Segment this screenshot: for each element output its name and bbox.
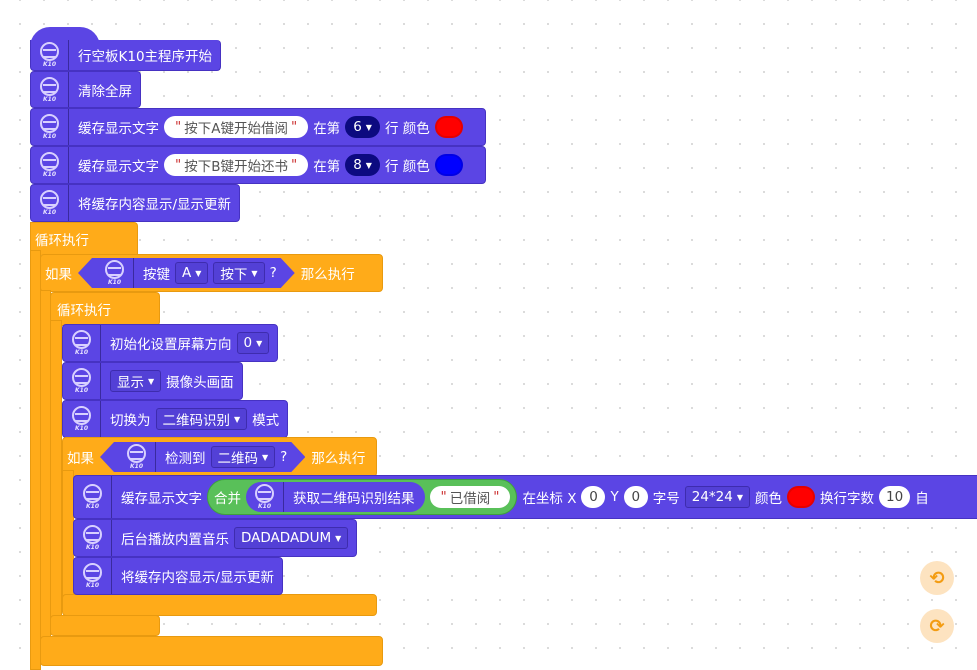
k10-icon: K10	[63, 401, 101, 437]
row-dropdown[interactable]: 6 ▼	[345, 116, 380, 138]
font-size-dropdown[interactable]: 24*24 ▼	[684, 486, 750, 508]
main-start-hat-block[interactable]: K10 行空板K10主程序开始	[30, 40, 222, 71]
then-label: 那么执行	[311, 451, 366, 467]
if-label: 如果	[45, 267, 72, 283]
orientation-dropdown[interactable]: 0 ▼	[236, 332, 270, 354]
undo-icon: ⟲	[929, 567, 945, 589]
detect-condition[interactable]: K10 检测到 二维码 ▼ ?	[100, 442, 305, 472]
k10-icon: K10	[31, 185, 69, 221]
show-update-block-2[interactable]: K10 将缓存内容显示/显示更新	[73, 557, 284, 595]
block-label: 缓存显示文字	[78, 121, 159, 137]
color-picker[interactable]	[434, 116, 463, 138]
mode-dropdown[interactable]: 二维码识别 ▼	[155, 408, 248, 430]
join-operator[interactable]: 合并 K10 获取二维码识别结果 " 已借阅 "	[207, 479, 518, 515]
loop-label: 循环执行	[35, 233, 89, 249]
init-orientation-block[interactable]: K10 初始化设置屏幕方向 0 ▼	[62, 324, 279, 362]
x-input[interactable]: 0	[581, 486, 606, 508]
key-pressed-condition[interactable]: K10 按键 A ▼ 按下 ▼ ?	[78, 258, 295, 288]
color-picker[interactable]	[434, 154, 463, 176]
redo-icon: ⟳	[929, 615, 945, 637]
cache-text-xy-block[interactable]: K10 缓存显示文字 合并 K10 获取二维码识别结果 " 已借阅 " 在坐标 X …	[73, 475, 977, 519]
then-label: 那么执行	[300, 267, 355, 283]
if-block-1-bottom	[40, 636, 383, 666]
caret-down-icon: ▼	[365, 160, 372, 170]
k10-icon: K10	[246, 482, 284, 512]
redo-button[interactable]: ⟳	[920, 609, 954, 643]
camera-display-block[interactable]: K10 显示 ▼ 摄像头画面	[62, 362, 243, 400]
music-dropdown[interactable]: DADADADUM ▼	[234, 527, 349, 549]
caret-down-icon: ▼	[256, 338, 263, 348]
text-input[interactable]: " 按下B键开始还书 "	[164, 154, 309, 176]
display-dropdown[interactable]: 显示 ▼	[110, 370, 162, 392]
block-label: 行空板K10主程序开始	[78, 49, 213, 65]
state-dropdown[interactable]: 按下 ▼	[213, 262, 264, 284]
forever-loop-2-arm	[50, 320, 62, 620]
row-dropdown[interactable]: 8 ▼	[345, 154, 380, 176]
if-label: 如果	[67, 451, 94, 467]
qr-result-reporter[interactable]: K10 获取二维码识别结果	[246, 482, 425, 512]
caret-down-icon: ▼	[736, 492, 743, 502]
clear-screen-block[interactable]: K10 清除全屏	[30, 71, 141, 108]
color-picker[interactable]	[787, 486, 815, 508]
k10-icon: K10	[31, 109, 69, 145]
k10-icon: K10	[63, 363, 101, 399]
cache-text-block-1[interactable]: K10 缓存显示文字 " 按下A键开始借阅 " 在第 6 ▼ 行 颜色	[30, 108, 486, 146]
caret-down-icon: ▼	[251, 268, 258, 278]
k10-icon: K10	[96, 258, 134, 288]
block-label: 将缓存内容显示/显示更新	[78, 197, 232, 213]
k10-icon: K10	[74, 476, 112, 518]
k10-icon: K10	[74, 558, 112, 594]
if-block-2-bottom	[62, 594, 377, 616]
target-dropdown[interactable]: 二维码 ▼	[211, 446, 276, 468]
undo-button[interactable]: ⟲	[920, 561, 954, 595]
text-input[interactable]: " 已借阅 "	[429, 486, 511, 508]
k10-icon: K10	[31, 72, 69, 107]
play-music-block[interactable]: K10 后台播放内置音乐 DADADADUM ▼	[73, 519, 358, 557]
loop-label: 循环执行	[57, 303, 111, 319]
caret-down-icon: ▼	[335, 533, 342, 543]
cache-text-block-2[interactable]: K10 缓存显示文字 " 按下B键开始还书 " 在第 8 ▼ 行 颜色	[30, 146, 486, 184]
caret-down-icon: ▼	[234, 414, 241, 424]
wrap-count-input[interactable]: 10	[879, 486, 911, 508]
key-dropdown[interactable]: A ▼	[175, 262, 208, 284]
k10-icon: K10	[31, 40, 69, 70]
text-input[interactable]: " 按下A键开始借阅 "	[164, 116, 309, 138]
forever-loop-2-bottom	[50, 615, 160, 636]
show-update-block[interactable]: K10 将缓存内容显示/显示更新	[30, 184, 241, 222]
switch-mode-block[interactable]: K10 切换为 二维码识别 ▼ 模式	[62, 400, 289, 438]
y-input[interactable]: 0	[623, 486, 648, 508]
caret-down-icon: ▼	[148, 376, 155, 386]
caret-down-icon: ▼	[195, 268, 202, 278]
block-label: 清除全屏	[78, 83, 132, 100]
k10-icon: K10	[74, 520, 112, 556]
caret-down-icon: ▼	[365, 122, 372, 132]
caret-down-icon: ▼	[262, 452, 269, 462]
k10-icon: K10	[31, 147, 69, 183]
block-label: 缓存显示文字	[78, 159, 159, 175]
k10-icon: K10	[63, 325, 101, 361]
k10-icon: K10	[118, 442, 156, 472]
